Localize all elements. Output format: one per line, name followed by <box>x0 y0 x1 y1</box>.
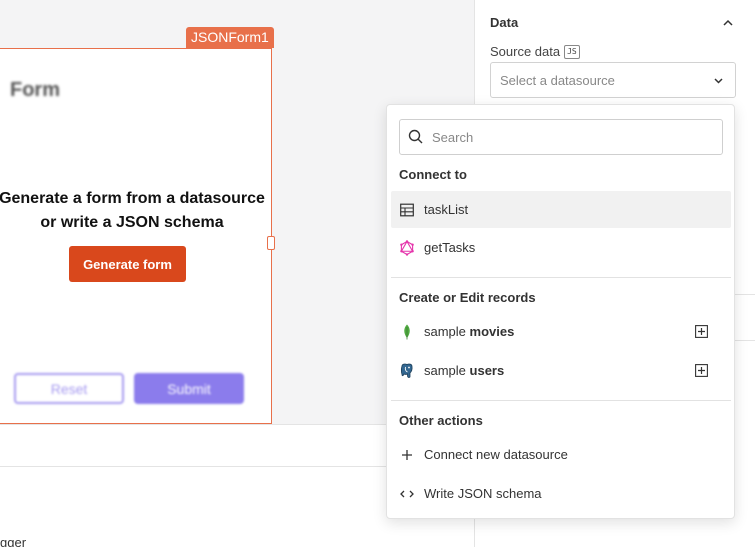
datasource-select-placeholder: Select a datasource <box>500 72 615 88</box>
option-label-name: users <box>469 363 505 378</box>
option-label: getTasks <box>424 240 476 255</box>
add-square-icon[interactable] <box>695 364 708 377</box>
table-icon <box>399 202 415 218</box>
option-label: Connect new datasource <box>424 447 568 462</box>
js-toggle-badge[interactable]: JS <box>564 44 580 59</box>
generate-message-line1: Generate a form from a datasource <box>0 190 265 207</box>
connect-to-heading: Connect to <box>399 167 467 182</box>
search-icon <box>408 129 423 144</box>
widget-name-tag[interactable]: JSONForm1 <box>186 27 274 48</box>
form-title: Form <box>10 79 60 101</box>
option-label: taskList <box>424 202 469 217</box>
submit-button[interactable]: Submit <box>134 373 244 404</box>
generate-message-line2: or write a JSON schema <box>40 214 224 231</box>
generate-form-button[interactable]: Generate form <box>69 246 186 282</box>
option-write-json-schema[interactable]: Write JSON schema <box>391 475 731 512</box>
json-form-widget[interactable]: Form Generate a form from a datasource o… <box>0 48 272 424</box>
divider <box>391 400 731 401</box>
option-sample-users[interactable]: sample users <box>391 352 731 389</box>
chevron-down-icon <box>714 78 723 84</box>
source-data-label-text: Source data <box>490 44 561 59</box>
plus-icon <box>399 447 415 463</box>
bottom-panel-text: gger <box>0 535 27 547</box>
graphql-icon <box>399 239 415 256</box>
resize-handle[interactable] <box>267 236 275 250</box>
reset-button[interactable]: Reset <box>14 373 124 404</box>
search-box[interactable] <box>399 119 723 155</box>
option-label-name: movies <box>469 324 515 339</box>
option-label: Write JSON schema <box>424 486 542 501</box>
datasource-select[interactable]: Select a datasource <box>490 62 736 98</box>
source-data-label: Source data JS <box>490 44 580 59</box>
add-square-icon[interactable] <box>695 325 708 338</box>
option-sample-movies[interactable]: sample movies <box>391 313 731 350</box>
data-section-title[interactable]: Data <box>490 15 518 30</box>
option-tasklist[interactable]: taskList <box>391 191 731 228</box>
chevron-up-icon[interactable] <box>721 16 735 30</box>
datasource-dropdown: Connect to taskList getTasks Create or E… <box>386 104 735 519</box>
search-input[interactable] <box>432 129 702 145</box>
code-icon <box>399 486 415 502</box>
option-label: sample movies <box>424 324 514 339</box>
option-label-prefix: sample <box>424 363 470 378</box>
option-connect-new-datasource[interactable]: Connect new datasource <box>391 436 731 473</box>
divider <box>391 277 731 278</box>
option-label-prefix: sample <box>424 324 470 339</box>
generate-form-message: Generate a form from a datasource or wri… <box>0 187 273 235</box>
create-edit-heading: Create or Edit records <box>399 290 536 305</box>
mongodb-leaf-icon <box>399 324 415 340</box>
other-actions-heading: Other actions <box>399 413 483 428</box>
postgres-elephant-icon <box>399 363 415 379</box>
option-label: sample users <box>424 363 504 378</box>
option-gettasks[interactable]: getTasks <box>391 229 731 266</box>
